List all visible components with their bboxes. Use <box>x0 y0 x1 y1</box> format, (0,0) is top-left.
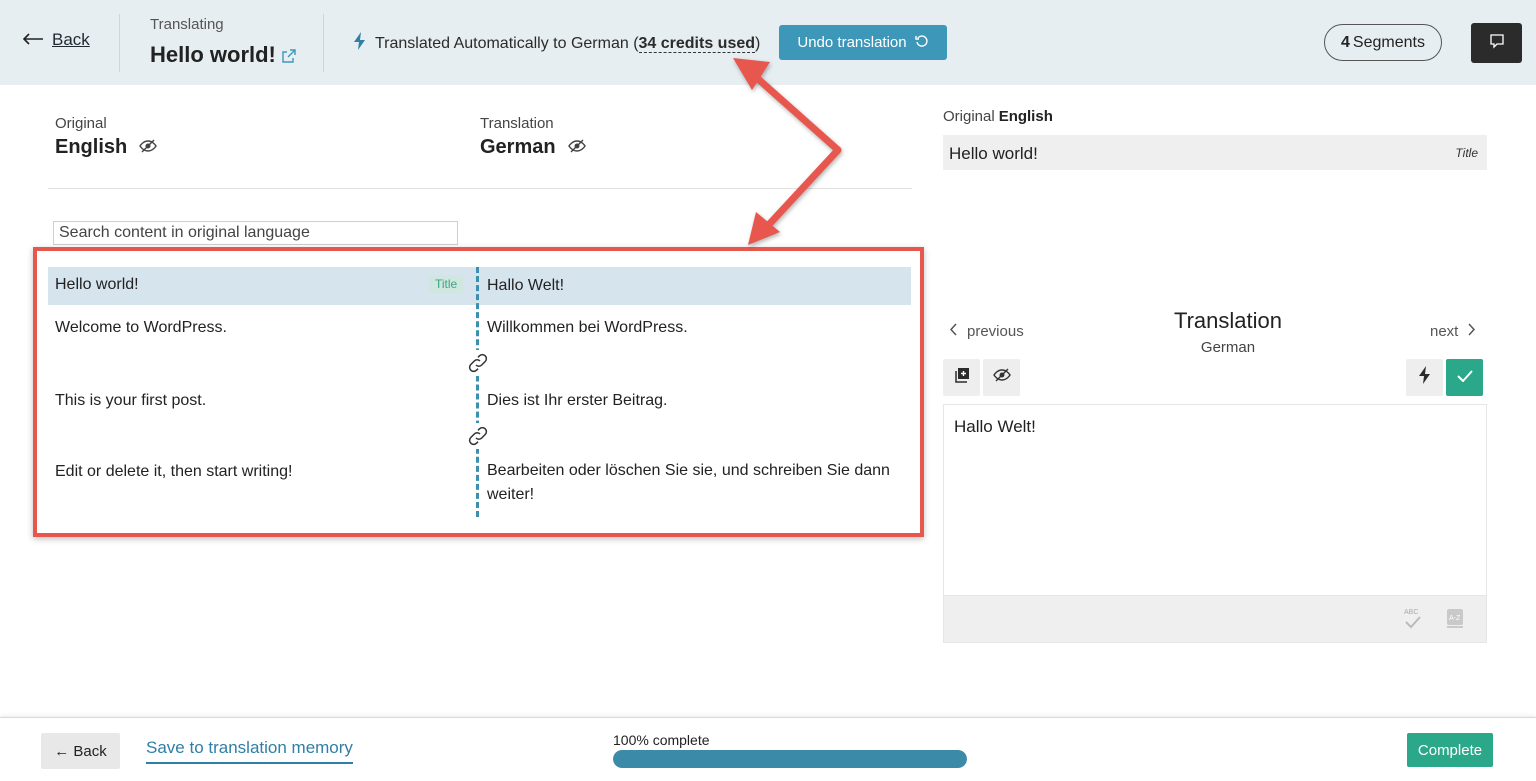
annotation-highlight-frame <box>33 247 924 537</box>
comments-button[interactable] <box>1471 23 1522 63</box>
back-link[interactable]: Back <box>22 30 90 50</box>
segments-button[interactable]: 4 Segments <box>1324 24 1442 61</box>
segments-count: 4 <box>1341 33 1350 51</box>
right-original-label: Original <box>943 108 995 125</box>
copy-original-button[interactable] <box>943 359 980 396</box>
top-bar: Back Translating Hello world! Translated… <box>0 0 1536 85</box>
back-label: Back <box>52 30 90 49</box>
translation-panel-language: German <box>1200 339 1256 356</box>
previous-segment-button[interactable]: previous <box>949 323 1024 340</box>
lightning-icon <box>1418 366 1431 389</box>
complete-button[interactable]: Complete <box>1407 733 1493 767</box>
undo-label: Undo translation <box>797 34 907 51</box>
translation-editor[interactable]: Hallo Welt! <box>943 404 1487 595</box>
bottom-bar: ← Back Save to translation memory 100% c… <box>0 717 1536 781</box>
original-language: English <box>55 136 158 159</box>
original-text-box: Hello world! Title <box>943 135 1487 170</box>
translation-language-header: Translation German <box>480 115 586 159</box>
undo-icon <box>914 34 929 52</box>
footer-back-button[interactable]: ← Back <box>41 733 120 769</box>
translation-panel-title: Translation <box>1173 308 1282 333</box>
eye-slash-icon <box>992 368 1011 387</box>
checkmark-icon <box>1456 369 1473 387</box>
eye-slash-icon[interactable] <box>567 136 586 159</box>
copy-icon <box>954 367 970 388</box>
progress-fill <box>613 750 967 768</box>
spellcheck-icon[interactable]: ABC <box>1402 606 1424 635</box>
toggle-visibility-button[interactable] <box>983 359 1020 396</box>
annotation-arrow-shape <box>733 58 842 245</box>
chevron-left-icon <box>949 323 957 340</box>
save-to-translation-memory-link[interactable]: Save to translation memory <box>146 738 353 764</box>
translating-label: Translating <box>150 16 224 33</box>
auto-status-prefix: Translated Automatically to German ( <box>375 34 639 52</box>
glossary-icon[interactable]: A-Z <box>1446 608 1464 635</box>
auto-translate-button[interactable] <box>1406 359 1443 396</box>
auto-translation-status: Translated Automatically to German (34 c… <box>353 32 760 55</box>
confirm-translation-button[interactable] <box>1446 359 1483 396</box>
right-original-lang: English <box>998 108 1053 125</box>
auto-status-suffix: ) <box>755 34 761 52</box>
editor-toolbar: ABC A-Z <box>943 595 1487 643</box>
next-segment-button[interactable]: next <box>1430 323 1476 340</box>
document-title: Hello world! <box>150 40 297 70</box>
original-tag: Title <box>1455 146 1478 160</box>
undo-translation-button[interactable]: Undo translation <box>779 25 947 60</box>
progress-label: 100% complete <box>613 732 710 748</box>
arrow-left-icon <box>22 30 44 50</box>
eye-slash-icon[interactable] <box>139 136 158 159</box>
translation-label: Translation <box>480 115 554 132</box>
translation-language-name: German <box>480 136 556 158</box>
header-separator <box>119 14 120 72</box>
svg-text:A-Z: A-Z <box>1449 615 1461 622</box>
chevron-right-icon <box>1468 323 1476 340</box>
lightning-icon <box>353 32 367 55</box>
comment-icon <box>1489 33 1505 54</box>
previous-label: previous <box>967 323 1024 340</box>
translation-language: German <box>480 136 586 159</box>
divider <box>48 188 912 189</box>
search-input[interactable] <box>53 221 458 245</box>
original-language-header: Original English <box>55 115 158 159</box>
segments-label: Segments <box>1352 33 1425 51</box>
original-text: Hello world! <box>949 144 1038 163</box>
credits-used[interactable]: 34 credits used <box>638 34 756 53</box>
progress-bar <box>613 750 967 768</box>
original-language-name: English <box>55 136 128 158</box>
original-label: Original <box>55 115 107 132</box>
document-title-text: Hello world! <box>150 42 276 67</box>
external-link-icon[interactable] <box>281 40 297 70</box>
svg-text:ABC: ABC <box>1404 609 1418 616</box>
right-original-header: Original English <box>943 108 1053 125</box>
next-label: next <box>1430 323 1459 340</box>
header-separator <box>323 14 324 72</box>
